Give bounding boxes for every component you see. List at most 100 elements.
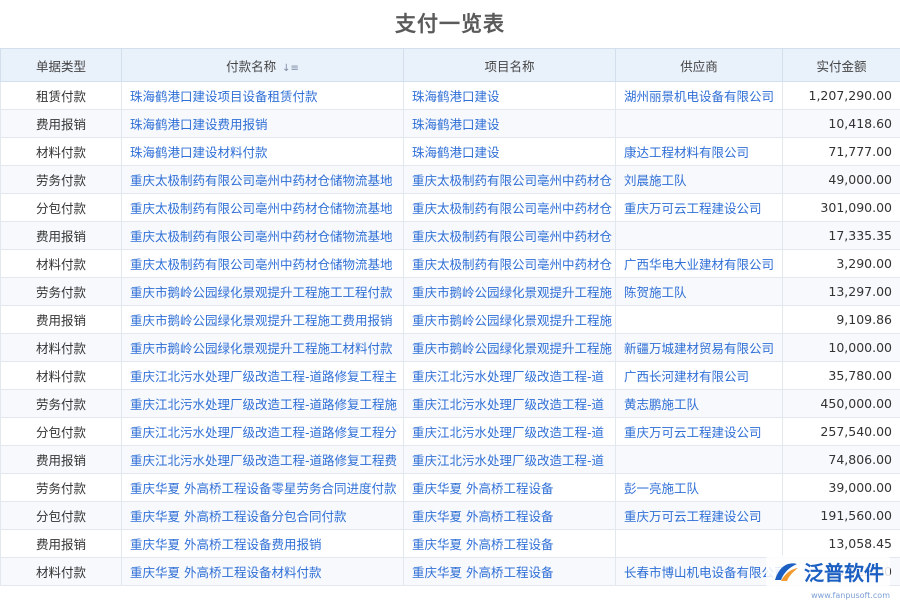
cell-project-link[interactable]: 珠海鹤港口建设 — [403, 81, 616, 110]
cell-payment-name-link[interactable]: 重庆太极制药有限公司亳州中药材仓储物流基地 — [121, 165, 404, 194]
table-row[interactable]: 劳务付款 重庆市鹅岭公园绿化景观提升工程施工工程付款 重庆市鹅岭公园绿化景观提升工程… — [0, 277, 900, 306]
cell-type: 材料付款 — [0, 361, 122, 390]
table-row[interactable]: 分包付款 重庆华夏 外高桥工程设备分包合同付款 重庆华夏 外高桥工程设备 重庆万可云工… — [0, 501, 900, 530]
cell-amount: 257,540.00 — [782, 417, 900, 446]
cell-amount: 13,058.45 — [782, 529, 900, 558]
cell-supplier-link[interactable]: 广西华电大业建材有限公司 — [615, 249, 783, 278]
column-header-type[interactable]: 单据类型 — [0, 48, 122, 82]
cell-supplier-link[interactable]: 广西长河建材有限公司 — [615, 361, 783, 390]
column-header-label: 付款名称 — [226, 58, 277, 74]
table-row[interactable]: 劳务付款 重庆太极制药有限公司亳州中药材仓储物流基地 重庆太极制药有限公司亳州中药材… — [0, 165, 900, 194]
cell-payment-name-link[interactable]: 重庆市鹅岭公园绿化景观提升工程施工工程付款 — [121, 277, 404, 306]
table-row[interactable]: 租赁付款 珠海鹤港口建设项目设备租赁付款 珠海鹤港口建设 湖州丽景机电设备有限公司 1,… — [0, 81, 900, 110]
cell-project-link[interactable]: 重庆江北污水处理厂级改造工程-道 — [403, 389, 616, 418]
table-row[interactable]: 费用报销 重庆太极制药有限公司亳州中药材仓储物流基地 重庆太极制药有限公司亳州中药材… — [0, 221, 900, 250]
cell-amount: 1,207,290.00 — [782, 81, 900, 110]
cell-type: 费用报销 — [0, 445, 122, 474]
cell-payment-name-link[interactable]: 重庆江北污水处理厂级改造工程-道路修复工程主 — [121, 361, 404, 390]
cell-supplier-link[interactable] — [615, 445, 783, 474]
cell-payment-name-link[interactable]: 重庆市鹅岭公园绿化景观提升工程施工费用报销 — [121, 305, 404, 334]
table-row[interactable]: 费用报销 重庆华夏 外高桥工程设备费用报销 重庆华夏 外高桥工程设备 13,058.4… — [0, 529, 900, 558]
cell-project-link[interactable]: 重庆华夏 外高桥工程设备 — [403, 501, 616, 530]
table-row[interactable]: 劳务付款 重庆江北污水处理厂级改造工程-道路修复工程施 重庆江北污水处理厂级改造工程… — [0, 389, 900, 418]
cell-project-link[interactable]: 重庆太极制药有限公司亳州中药材仓 — [403, 165, 616, 194]
cell-project-link[interactable]: 重庆市鹅岭公园绿化景观提升工程施 — [403, 333, 616, 362]
cell-supplier-link[interactable] — [615, 109, 783, 138]
cell-amount: 301,090.00 — [782, 193, 900, 222]
table-row[interactable]: 分包付款 重庆江北污水处理厂级改造工程-道路修复工程分 重庆江北污水处理厂级改造工程… — [0, 417, 900, 446]
cell-supplier-link[interactable]: 新疆万城建材贸易有限公司 — [615, 333, 783, 362]
table-row[interactable]: 分包付款 重庆太极制药有限公司亳州中药材仓储物流基地 重庆太极制药有限公司亳州中药材… — [0, 193, 900, 222]
cell-payment-name-link[interactable]: 重庆华夏 外高桥工程设备费用报销 — [121, 529, 404, 558]
cell-type: 费用报销 — [0, 221, 122, 250]
column-header-supplier[interactable]: 供应商 — [615, 48, 783, 82]
cell-amount: 35,780.00 — [782, 361, 900, 390]
cell-payment-name-link[interactable]: 珠海鹤港口建设费用报销 — [121, 109, 404, 138]
cell-payment-name-link[interactable]: 重庆江北污水处理厂级改造工程-道路修复工程分 — [121, 417, 404, 446]
cell-type: 租赁付款 — [0, 81, 122, 110]
table-row[interactable]: 材料付款 重庆江北污水处理厂级改造工程-道路修复工程主 重庆江北污水处理厂级改造工程… — [0, 361, 900, 390]
cell-project-link[interactable]: 重庆太极制药有限公司亳州中药材仓 — [403, 249, 616, 278]
table-row[interactable]: 费用报销 重庆江北污水处理厂级改造工程-道路修复工程费 重庆江北污水处理厂级改造工程… — [0, 445, 900, 474]
cell-supplier-link[interactable]: 刘晨施工队 — [615, 165, 783, 194]
table-row[interactable]: 劳务付款 重庆华夏 外高桥工程设备零星劳务合同进度付款 重庆华夏 外高桥工程设备 彭一… — [0, 473, 900, 502]
cell-type: 材料付款 — [0, 333, 122, 362]
cell-project-link[interactable]: 重庆华夏 外高桥工程设备 — [403, 529, 616, 558]
cell-payment-name-link[interactable]: 重庆江北污水处理厂级改造工程-道路修复工程施 — [121, 389, 404, 418]
cell-project-link[interactable]: 重庆华夏 外高桥工程设备 — [403, 473, 616, 502]
table-row[interactable]: 费用报销 重庆市鹅岭公园绿化景观提升工程施工费用报销 重庆市鹅岭公园绿化景观提升工程… — [0, 305, 900, 334]
cell-supplier-link[interactable]: 陈贺施工队 — [615, 277, 783, 306]
column-header-label: 实付金额 — [816, 58, 867, 74]
cell-payment-name-link[interactable]: 重庆江北污水处理厂级改造工程-道路修复工程费 — [121, 445, 404, 474]
cell-project-link[interactable]: 重庆太极制药有限公司亳州中药材仓 — [403, 221, 616, 250]
cell-payment-name-link[interactable]: 重庆太极制药有限公司亳州中药材仓储物流基地 — [121, 249, 404, 278]
payment-table: 单据类型 付款名称 ↓≡ 项目名称 供应商 实付金额 租赁付款 珠海鹤港口建设项目设… — [0, 48, 900, 586]
cell-supplier-link[interactable] — [615, 529, 783, 558]
cell-supplier-link[interactable]: 长春市博山机电设备有限公司 — [615, 557, 783, 586]
brand-name: 泛普软件 — [804, 561, 884, 585]
table-row[interactable]: 材料付款 珠海鹤港口建设材料付款 珠海鹤港口建设 康达工程材料有限公司 71,777.0… — [0, 137, 900, 166]
cell-project-link[interactable]: 重庆太极制药有限公司亳州中药材仓 — [403, 193, 616, 222]
cell-amount: 9,109.86 — [782, 305, 900, 334]
cell-project-link[interactable]: 珠海鹤港口建设 — [403, 109, 616, 138]
cell-type: 劳务付款 — [0, 277, 122, 306]
cell-project-link[interactable]: 重庆江北污水处理厂级改造工程-道 — [403, 361, 616, 390]
cell-project-link[interactable]: 珠海鹤港口建设 — [403, 137, 616, 166]
sort-icon[interactable]: ↓≡ — [282, 63, 299, 74]
table-row[interactable]: 费用报销 珠海鹤港口建设费用报销 珠海鹤港口建设 10,418.60 — [0, 109, 900, 138]
cell-project-link[interactable]: 重庆江北污水处理厂级改造工程-道 — [403, 417, 616, 446]
cell-supplier-link[interactable]: 彭一亮施工队 — [615, 473, 783, 502]
table-row[interactable]: 材料付款 重庆市鹅岭公园绿化景观提升工程施工材料付款 重庆市鹅岭公园绿化景观提升工程… — [0, 333, 900, 362]
cell-payment-name-link[interactable]: 重庆华夏 外高桥工程设备零星劳务合同进度付款 — [121, 473, 404, 502]
cell-project-link[interactable]: 重庆市鹅岭公园绿化景观提升工程施 — [403, 277, 616, 306]
cell-project-link[interactable]: 重庆市鹅岭公园绿化景观提升工程施 — [403, 305, 616, 334]
cell-supplier-link[interactable]: 重庆万可云工程建设公司 — [615, 417, 783, 446]
cell-amount: 39,000.00 — [782, 473, 900, 502]
cell-payment-name-link[interactable]: 珠海鹤港口建设材料付款 — [121, 137, 404, 166]
cell-type: 费用报销 — [0, 109, 122, 138]
cell-payment-name-link[interactable]: 重庆华夏 外高桥工程设备分包合同付款 — [121, 501, 404, 530]
table-header-row: 单据类型 付款名称 ↓≡ 项目名称 供应商 实付金额 — [0, 48, 900, 82]
column-header-amount[interactable]: 实付金额 — [782, 48, 900, 82]
cell-project-link[interactable]: 重庆华夏 外高桥工程设备 — [403, 557, 616, 586]
cell-project-link[interactable]: 重庆江北污水处理厂级改造工程-道 — [403, 445, 616, 474]
cell-supplier-link[interactable]: 重庆万可云工程建设公司 — [615, 501, 783, 530]
cell-payment-name-link[interactable]: 重庆太极制药有限公司亳州中药材仓储物流基地 — [121, 221, 404, 250]
cell-supplier-link[interactable]: 重庆万可云工程建设公司 — [615, 193, 783, 222]
cell-supplier-link[interactable] — [615, 305, 783, 334]
cell-type: 费用报销 — [0, 305, 122, 334]
cell-type: 劳务付款 — [0, 165, 122, 194]
column-header-name[interactable]: 付款名称 ↓≡ — [121, 48, 404, 82]
cell-supplier-link[interactable] — [615, 221, 783, 250]
cell-type: 材料付款 — [0, 137, 122, 166]
cell-supplier-link[interactable]: 黄志鹏施工队 — [615, 389, 783, 418]
cell-payment-name-link[interactable]: 重庆华夏 外高桥工程设备材料付款 — [121, 557, 404, 586]
cell-supplier-link[interactable]: 湖州丽景机电设备有限公司 — [615, 81, 783, 110]
column-header-project[interactable]: 项目名称 — [403, 48, 616, 82]
table-row[interactable]: 材料付款 重庆太极制药有限公司亳州中药材仓储物流基地 重庆太极制药有限公司亳州中药材… — [0, 249, 900, 278]
cell-payment-name-link[interactable]: 重庆市鹅岭公园绿化景观提升工程施工材料付款 — [121, 333, 404, 362]
cell-amount: 17,335.35 — [782, 221, 900, 250]
cell-supplier-link[interactable]: 康达工程材料有限公司 — [615, 137, 783, 166]
cell-payment-name-link[interactable]: 珠海鹤港口建设项目设备租赁付款 — [121, 81, 404, 110]
cell-payment-name-link[interactable]: 重庆太极制药有限公司亳州中药材仓储物流基地 — [121, 193, 404, 222]
